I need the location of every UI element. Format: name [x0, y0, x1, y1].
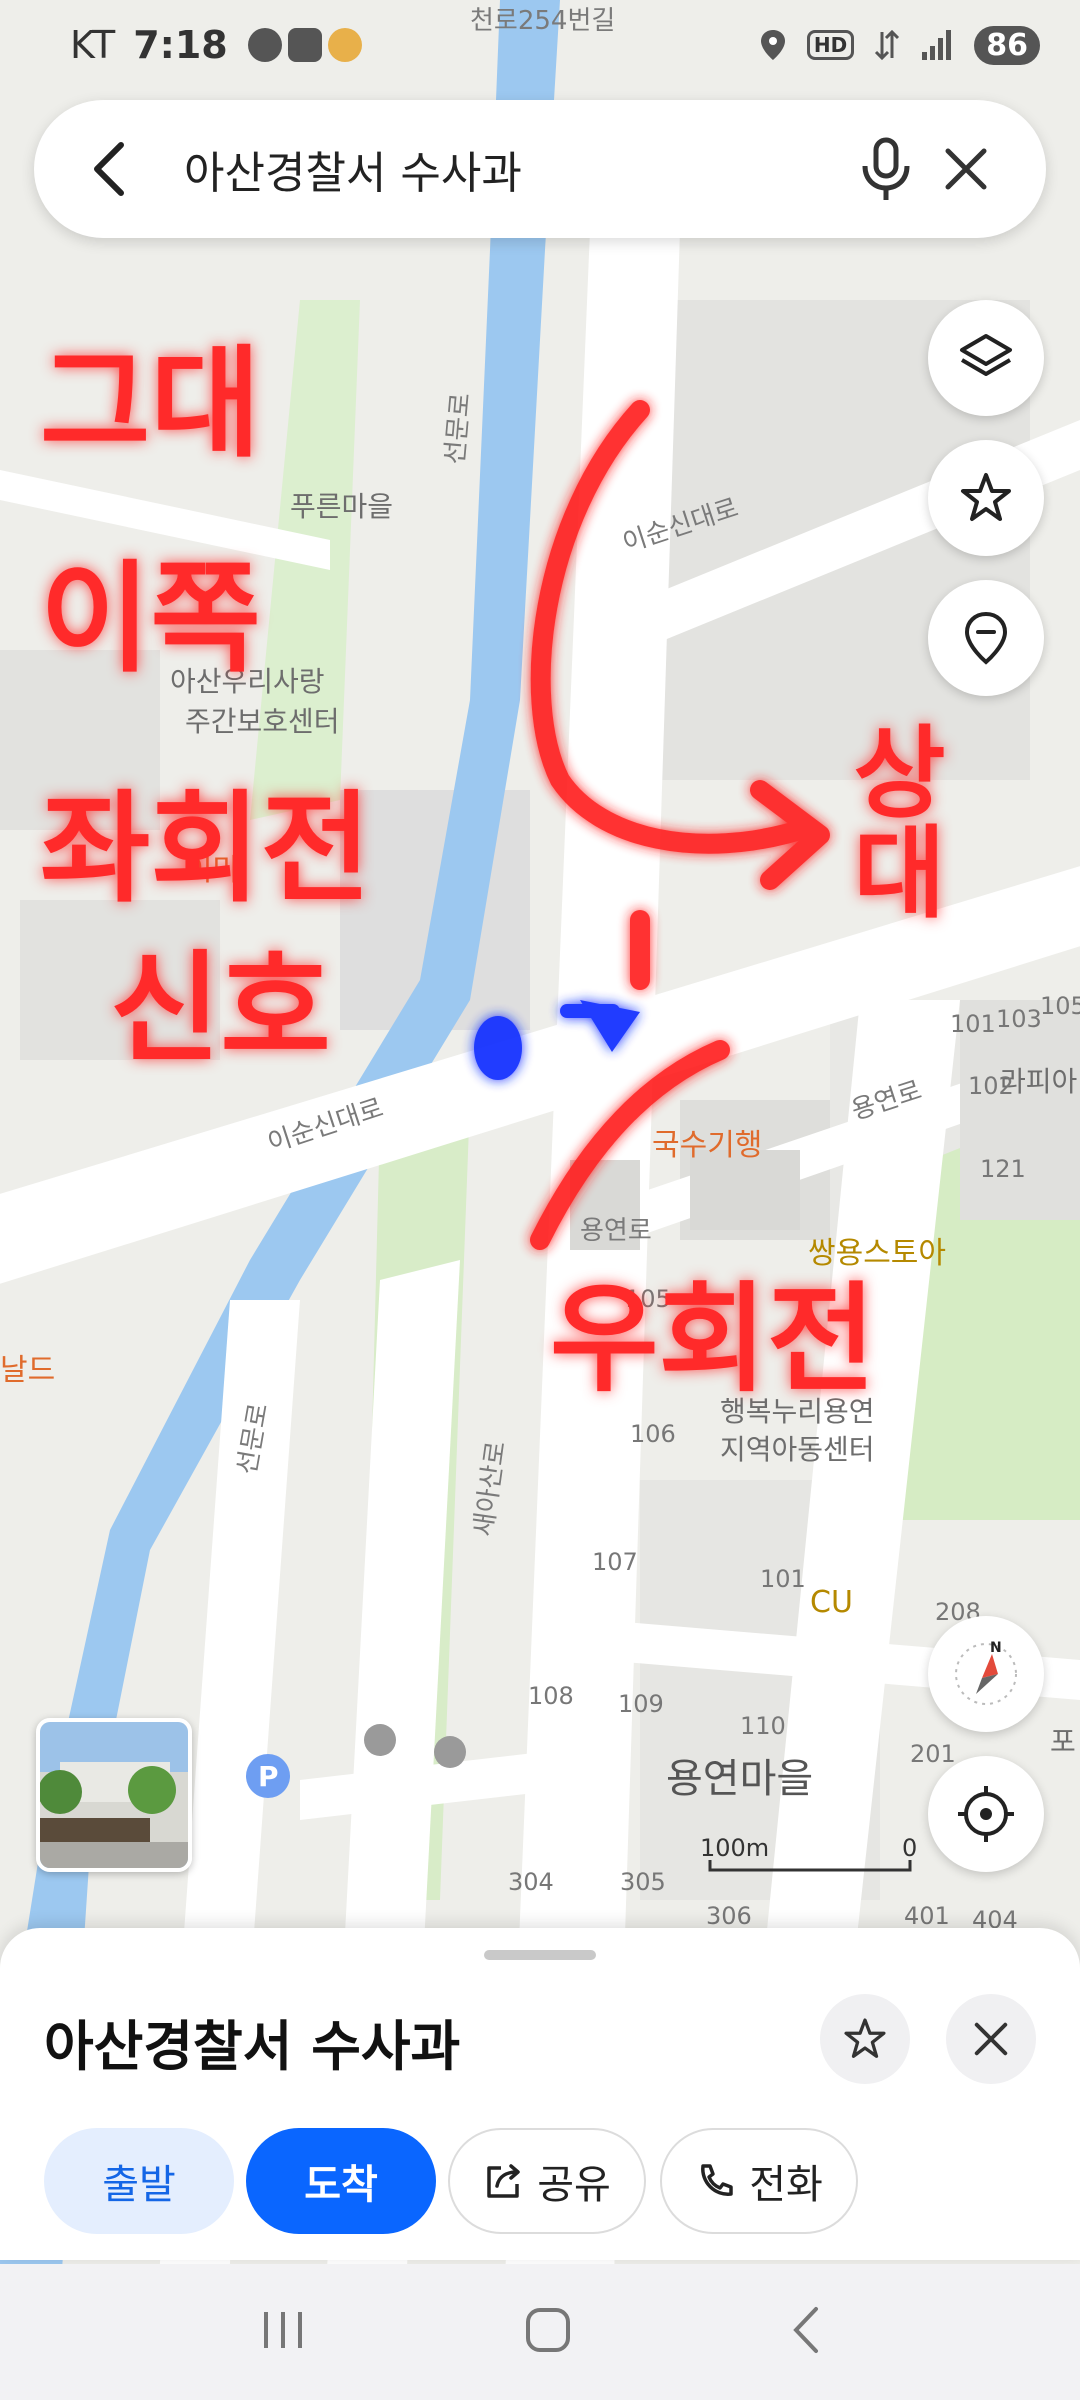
svg-text:N: N [990, 1640, 1002, 1656]
place-title: 아산경찰서 수사과 [44, 2015, 461, 2078]
close-icon [974, 2022, 1008, 2056]
annotation-text: 그대 [40, 335, 261, 474]
recent-apps-button[interactable] [258, 2308, 308, 2356]
recent-apps-icon [263, 2312, 302, 2348]
favorites-button[interactable] [928, 440, 1044, 556]
voice-search-button[interactable] [846, 129, 926, 209]
crosshair-icon [958, 1786, 1014, 1842]
bank-icon [287, 28, 322, 62]
status-time: 7:18 [133, 23, 228, 67]
status-bar: KT 7:18 HD 86 [0, 0, 1080, 90]
compass-icon: N [955, 1640, 1017, 1705]
map-layers-button[interactable] [928, 300, 1044, 416]
character-icon [327, 28, 362, 62]
share-icon [487, 2164, 520, 2198]
clear-search-button[interactable] [926, 129, 1006, 209]
data-icon [875, 29, 900, 61]
battery-indicator: 86 [974, 25, 1040, 65]
place-pin-button[interactable] [928, 580, 1044, 696]
sheet-drag-handle[interactable] [484, 1950, 596, 1960]
back-icon [793, 2307, 819, 2353]
system-nav-bar [0, 2264, 1080, 2400]
microphone-icon [862, 137, 910, 200]
annotation-text: 상대 [832, 720, 949, 920]
hd-icon: HD [806, 30, 855, 60]
street-view-image [40, 1722, 188, 1868]
back-button[interactable] [74, 134, 144, 204]
annotation-text: 좌회전 [40, 780, 372, 919]
share-button[interactable]: 공유 [448, 2128, 646, 2234]
map-scale: 100m 0 [700, 1834, 917, 1862]
call-button[interactable]: 전화 [660, 2128, 858, 2234]
close-sheet-button[interactable] [946, 1994, 1036, 2084]
arrive-button[interactable]: 도착 [246, 2128, 436, 2234]
street-view-thumbnail[interactable] [36, 1718, 192, 1872]
carrier-label: KT [70, 23, 116, 67]
call-label: 전화 [749, 2162, 823, 2208]
scale-label: 100m [700, 1834, 770, 1862]
annotation-text: 신호 [110, 940, 331, 1079]
close-icon [945, 148, 987, 190]
my-location-button[interactable] [928, 1756, 1044, 1872]
signal-icon [922, 30, 952, 60]
star-icon [961, 473, 1011, 521]
home-icon [525, 2308, 570, 2352]
annotation-text: 이쪽 [40, 550, 261, 689]
system-back-button[interactable] [788, 2305, 822, 2359]
phone-icon [701, 2164, 733, 2196]
location-icon [760, 30, 785, 60]
annotation-text: 우회전 [550, 1270, 876, 1408]
compass-button[interactable]: N [928, 1616, 1044, 1732]
talk-icon [247, 28, 282, 62]
start-button[interactable]: 출발 [44, 2128, 234, 2234]
pin-icon [964, 611, 1008, 665]
search-bar[interactable]: 아산경찰서 수사과 [34, 100, 1046, 238]
layers-icon [960, 334, 1012, 376]
scale-zero: 0 [902, 1834, 918, 1862]
star-icon [844, 2018, 886, 2058]
chevron-left-icon [94, 142, 124, 196]
home-button[interactable] [523, 2305, 573, 2359]
place-bottom-sheet[interactable]: 아산경찰서 수사과 출발 도착 공유 전화 [0, 1928, 1080, 2260]
save-place-button[interactable] [820, 1994, 910, 2084]
search-input[interactable]: 아산경찰서 수사과 [184, 137, 846, 201]
share-label: 공유 [537, 2162, 611, 2208]
